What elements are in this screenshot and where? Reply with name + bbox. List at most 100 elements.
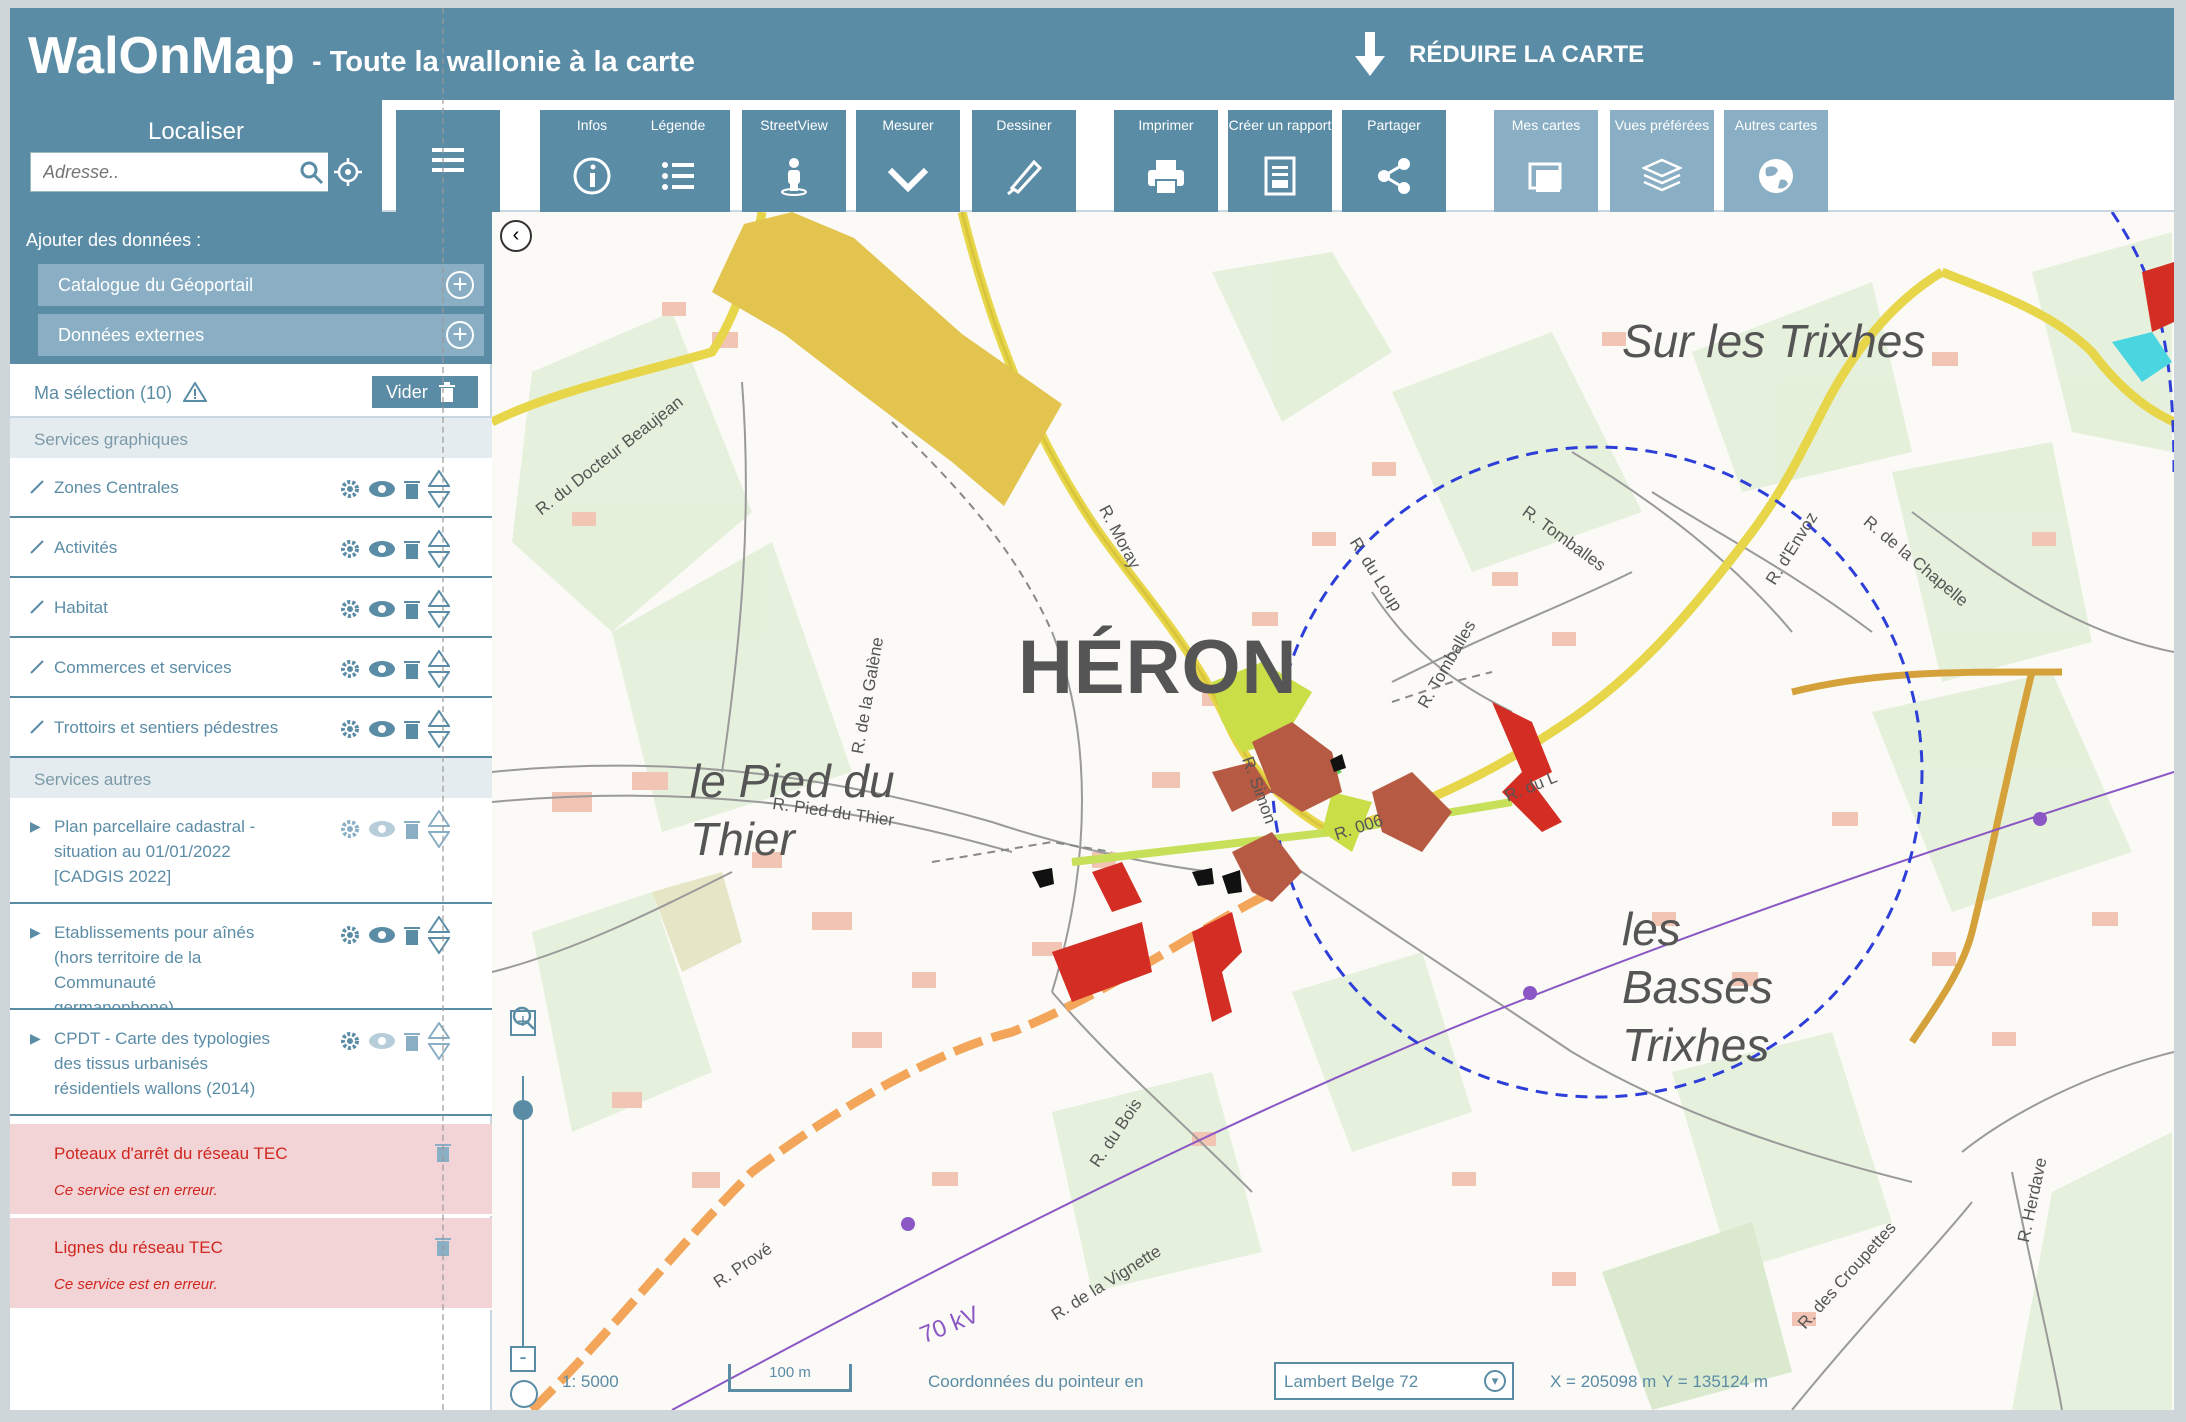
scale-ratio: 1: 5000: [562, 1372, 619, 1391]
projection-value: Lambert Belge 72: [1284, 1372, 1419, 1391]
geoportal-catalogue-button[interactable]: Catalogue du Géoportail +: [38, 264, 484, 306]
legend-button[interactable]: Légende: [626, 110, 730, 212]
reorder-arrows-icon[interactable]: [427, 708, 451, 753]
reorder-arrows-icon[interactable]: [427, 468, 451, 513]
localize-label: Localiser: [147, 118, 245, 145]
expand-caret-icon[interactable]: ▶: [30, 818, 41, 835]
gear-icon[interactable]: [340, 1031, 360, 1056]
external-data-button[interactable]: Données externes +: [38, 314, 484, 356]
layer-name: Zones Centrales: [54, 478, 179, 497]
trash-icon[interactable]: [404, 659, 420, 684]
trash-icon[interactable]: [404, 539, 420, 564]
search-icon[interactable]: [299, 160, 325, 186]
layer-controls: [340, 914, 451, 955]
reorder-arrows-icon[interactable]: [427, 1020, 451, 1065]
pointer-coordinates-label: Coordonnées du pointeur en: [928, 1372, 1144, 1391]
eye-icon[interactable]: [368, 480, 396, 503]
eye-icon[interactable]: [368, 926, 396, 949]
gear-icon[interactable]: [340, 659, 360, 684]
scale-bar: 100 m: [728, 1364, 852, 1392]
expand-caret-icon[interactable]: ▶: [30, 924, 41, 941]
reorder-arrows-icon[interactable]: [427, 648, 451, 693]
layer-row[interactable]: Habitat: [10, 578, 492, 638]
layer-row[interactable]: Activités: [10, 518, 492, 578]
trash-icon[interactable]: [404, 479, 420, 504]
draw-button[interactable]: Dessiner: [972, 110, 1076, 212]
zoom-slider-handle[interactable]: [513, 1100, 533, 1120]
eye-icon[interactable]: [368, 660, 396, 683]
measure-button[interactable]: Mesurer: [856, 110, 960, 212]
reorder-arrows-icon[interactable]: [427, 588, 451, 633]
favorite-views-label: Vues préférées: [1614, 117, 1710, 133]
app-logo: WalOnMap: [28, 27, 295, 85]
error-layer-row[interactable]: Lignes du réseau TEC Ce service est en e…: [10, 1218, 492, 1310]
trash-icon[interactable]: [404, 719, 420, 744]
share-button[interactable]: Partager: [1342, 110, 1446, 212]
layer-controls: [340, 528, 451, 569]
eye-icon[interactable]: [368, 720, 396, 743]
other-maps-button[interactable]: Autres cartes: [1724, 110, 1828, 212]
trash-icon[interactable]: [435, 1236, 451, 1261]
error-layer-name: Lignes du réseau TEC: [54, 1238, 223, 1257]
create-report-button[interactable]: Créer un rapport: [1228, 110, 1332, 212]
trash-icon[interactable]: [404, 925, 420, 950]
pencil-icon: [30, 720, 44, 734]
reduce-map-label: RÉDUIRE LA CARTE: [1409, 41, 1645, 68]
print-button[interactable]: Imprimer: [1114, 110, 1218, 212]
clear-selection-button[interactable]: Vider: [372, 376, 478, 408]
add-data-title: Ajouter des données :: [26, 230, 202, 250]
zoom-search-icon[interactable]: [508, 1004, 540, 1032]
geolocate-button[interactable]: [328, 152, 368, 192]
trash-icon[interactable]: [404, 819, 420, 844]
trash-icon[interactable]: [435, 1142, 451, 1167]
gear-icon[interactable]: [340, 925, 360, 950]
layer-name: Activités: [54, 538, 118, 557]
reorder-arrows-icon[interactable]: [427, 808, 451, 853]
gear-icon[interactable]: [340, 599, 360, 624]
pencil-icon: [30, 540, 44, 554]
trash-icon[interactable]: [404, 599, 420, 624]
trash-icon[interactable]: [404, 1031, 420, 1056]
eye-icon[interactable]: [368, 600, 396, 623]
collapse-sidebar-button[interactable]: ‹: [500, 220, 532, 252]
layers-icon: [1642, 158, 1682, 192]
eye-icon[interactable]: [368, 1032, 396, 1055]
gear-icon[interactable]: [340, 819, 360, 844]
layer-row[interactable]: ▶ Plan parcellaire cadastral - situation…: [10, 798, 492, 904]
gear-icon[interactable]: [340, 539, 360, 564]
gear-icon[interactable]: [340, 719, 360, 744]
expand-caret-icon[interactable]: ▶: [30, 1030, 41, 1047]
layer-row[interactable]: ▶ Etablissements pour aînés (hors territ…: [10, 904, 492, 1017]
gear-icon[interactable]: [340, 479, 360, 504]
layer-name: Plan parcellaire cadastral - situation a…: [54, 817, 256, 886]
my-maps-button[interactable]: Mes cartes: [1494, 110, 1598, 212]
layer-name: CPDT - Carte des typologies des tissus u…: [54, 1029, 271, 1098]
menu-button[interactable]: [396, 110, 500, 212]
layer-name: Habitat: [54, 598, 108, 617]
external-data-label: Données externes: [58, 324, 205, 345]
plus-icon: +: [446, 271, 474, 299]
favorite-views-button[interactable]: Vues préférées: [1610, 110, 1714, 212]
reorder-arrows-icon[interactable]: [427, 528, 451, 573]
layer-row[interactable]: ▶ CPDT - Carte des typologies des tissus…: [10, 1010, 492, 1116]
reorder-arrows-icon[interactable]: [427, 914, 451, 959]
place-label: Sur les Trixhes: [1622, 315, 1926, 367]
error-layer-name: Poteaux d'arrêt du réseau TEC: [54, 1144, 288, 1163]
map-canvas[interactable]: ‹ HÉRON Sur les Trixhes le Pied du Thier…: [492, 212, 2174, 1410]
layer-row[interactable]: Trottoirs et sentiers pédestres: [10, 698, 492, 758]
arrow-down-icon: [1355, 32, 1385, 76]
layer-row[interactable]: Zones Centrales: [10, 458, 492, 518]
error-layer-row[interactable]: Poteaux d'arrêt du réseau TEC Ce service…: [10, 1124, 492, 1216]
eye-icon[interactable]: [368, 540, 396, 563]
eye-icon[interactable]: [368, 820, 396, 843]
globe-icon: [1759, 159, 1793, 193]
reduce-map-button[interactable]: RÉDUIRE LA CARTE: [1355, 30, 1644, 80]
layer-row[interactable]: Commerces et services: [10, 638, 492, 698]
pylon-marker: [2033, 812, 2047, 826]
pylon-marker: [901, 1217, 915, 1231]
address-search-input[interactable]: [31, 161, 281, 183]
app-header: WalOnMap - Toute la wallonie à la carte …: [10, 8, 2174, 100]
projection-select[interactable]: Lambert Belge 72 ▾: [1274, 1362, 1514, 1400]
app-tagline: - Toute la wallonie à la carte: [312, 46, 696, 78]
streetview-button[interactable]: StreetView: [742, 110, 846, 212]
